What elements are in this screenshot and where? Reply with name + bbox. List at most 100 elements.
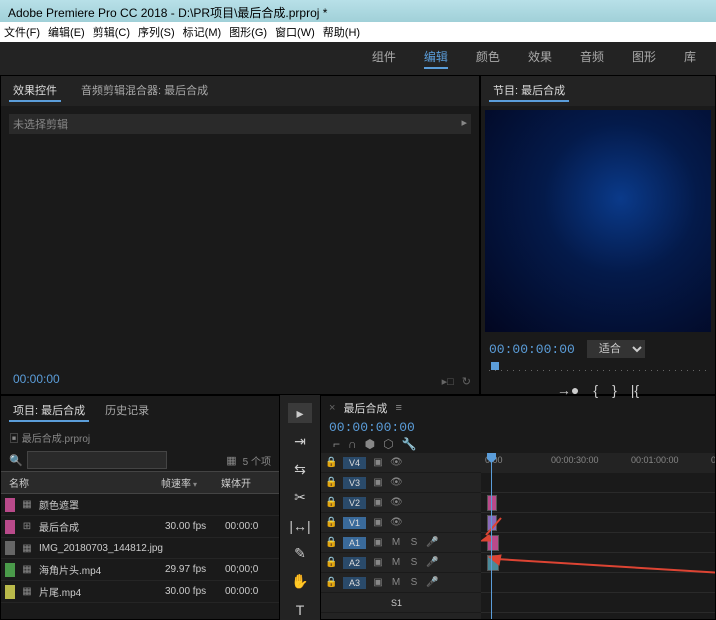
lock-icon[interactable]: 🔒	[325, 537, 337, 548]
solo-button[interactable]: S	[408, 577, 420, 588]
track-a3[interactable]	[481, 593, 715, 613]
track-label[interactable]: A3	[343, 577, 366, 589]
audio-track-header[interactable]: 🔒A2▣MS🎤	[321, 553, 481, 573]
toggle-eye-icon[interactable]: 👁	[390, 457, 402, 468]
marker-icon[interactable]: ⬢	[365, 437, 375, 451]
project-item[interactable]: ⊞最后合成30.00 fps00:00:0	[1, 516, 279, 538]
workspace-effects[interactable]: 效果	[528, 48, 552, 69]
solo-button[interactable]: S	[408, 537, 420, 548]
source-timecode[interactable]: 00:00:00	[5, 368, 68, 390]
search-input[interactable]	[27, 451, 167, 469]
toggle-eye-icon[interactable]: 👁	[390, 497, 402, 508]
toggle-eye-icon[interactable]: 👁	[390, 517, 402, 528]
workspace-audio[interactable]: 音频	[580, 48, 604, 69]
ripple-tool-icon[interactable]: ⇆	[288, 459, 312, 479]
video-track-header[interactable]: 🔒 V4 ▣ 👁	[321, 453, 481, 473]
track-v3[interactable]	[481, 493, 715, 513]
workspace-library[interactable]: 库	[684, 48, 696, 69]
filter-icon[interactable]: ▦	[226, 454, 236, 467]
menu-sequence[interactable]: 序列(S)	[138, 24, 175, 40]
tab-effect-controls[interactable]: 效果控件	[9, 80, 61, 102]
track-label[interactable]: A1	[343, 537, 366, 549]
voice-icon[interactable]: 🎤	[426, 557, 438, 568]
lock-icon[interactable]: 🔒	[325, 477, 337, 488]
program-monitor[interactable]	[485, 110, 711, 332]
mute-button[interactable]: M	[390, 557, 402, 568]
menu-marker[interactable]: 标记(M)	[183, 24, 222, 40]
lock-icon[interactable]: 🔒	[325, 557, 337, 568]
timeline-tab[interactable]: 最后合成	[343, 400, 387, 416]
type-tool-icon[interactable]: T	[288, 600, 312, 620]
lock-icon[interactable]: 🔒	[325, 577, 337, 588]
menu-help[interactable]: 帮助(H)	[323, 24, 360, 40]
workspace-assembly[interactable]: 组件	[372, 48, 396, 69]
program-ruler[interactable]	[489, 362, 707, 378]
lock-icon[interactable]: 🔒	[325, 457, 337, 468]
track-label[interactable]: V4	[343, 457, 366, 469]
toggle-output-icon[interactable]: ▣	[372, 537, 384, 548]
track-v4[interactable]	[481, 473, 715, 493]
col-fps[interactable]: 帧速率▾	[161, 475, 221, 490]
selection-tool-icon[interactable]: ▸	[288, 403, 312, 423]
zoom-select[interactable]: 适合	[587, 340, 645, 358]
tab-program[interactable]: 节目: 最后合成	[489, 80, 569, 102]
pen-tool-icon[interactable]: ✎	[288, 544, 312, 564]
search-icon[interactable]: 🔍	[9, 454, 23, 467]
tab-project[interactable]: 项目: 最后合成	[9, 400, 89, 422]
lock-icon[interactable]: 🔒	[325, 517, 337, 528]
menu-window[interactable]: 窗口(W)	[275, 24, 315, 40]
voice-icon[interactable]: 🎤	[426, 577, 438, 588]
workspace-editing[interactable]: 编辑	[424, 48, 448, 69]
toggle-output-icon[interactable]: ▣	[372, 557, 384, 568]
timeline-playhead[interactable]	[491, 453, 492, 619]
menu-clip[interactable]: 剪辑(C)	[93, 24, 130, 40]
toggle-eye-icon[interactable]: 👁	[390, 477, 402, 488]
program-timecode[interactable]: 00:00:00:00	[489, 342, 575, 357]
voice-icon[interactable]: 🎤	[426, 537, 438, 548]
bracket-icon[interactable]: }	[612, 382, 617, 398]
clip-a1[interactable]	[487, 555, 499, 571]
tab-history[interactable]: 历史记录	[101, 400, 153, 422]
linked-icon[interactable]: ∩	[348, 437, 357, 451]
mark-out-icon[interactable]: {	[593, 382, 598, 398]
track-a1[interactable]	[481, 553, 715, 573]
audio-track-header[interactable]: 🔒 A1 ▣ MS 🎤	[321, 533, 481, 553]
razor-tool-icon[interactable]: ✂	[288, 487, 312, 507]
clip-v2[interactable]	[487, 515, 497, 531]
toggle-output-icon[interactable]: ▣	[372, 517, 384, 528]
workspace-graphics[interactable]: 图形	[632, 48, 656, 69]
toggle-output-icon[interactable]: ▣	[372, 457, 384, 468]
track-v1[interactable]	[481, 533, 715, 553]
timeline-content[interactable]: 0:00 00:00:30:00 00:01:00:00 00:01:30:00…	[481, 453, 715, 619]
project-item[interactable]: ▦海角片头.mp429.97 fps00;00;0	[1, 559, 279, 581]
track-a2[interactable]	[481, 573, 715, 593]
source-btn-1[interactable]: ▸□	[442, 375, 454, 388]
mute-button[interactable]: M	[390, 577, 402, 588]
mute-button[interactable]: M	[390, 537, 402, 548]
project-item[interactable]: ▦颜色遮罩	[1, 494, 279, 516]
track-label[interactable]: V2	[343, 497, 366, 509]
lock-icon[interactable]: 🔒	[325, 497, 337, 508]
toggle-output-icon[interactable]: ▣	[372, 497, 384, 508]
project-item[interactable]: ▦片尾.mp430.00 fps00:00:0	[1, 581, 279, 603]
program-playhead[interactable]	[491, 362, 499, 370]
source-btn-2[interactable]: ↻	[462, 375, 471, 388]
col-name[interactable]: 名称	[9, 475, 161, 490]
wrench-icon[interactable]: 🔧	[402, 437, 417, 451]
menu-file[interactable]: 文件(F)	[4, 24, 40, 40]
clip-v3[interactable]	[487, 495, 497, 511]
mark-in-icon[interactable]: →●	[557, 382, 579, 398]
menu-edit[interactable]: 编辑(E)	[48, 24, 85, 40]
audio-track-header[interactable]: 🔒A3▣MS🎤	[321, 573, 481, 593]
disclosure-icon[interactable]: ▸	[461, 116, 467, 132]
menu-graphics[interactable]: 图形(G)	[229, 24, 267, 40]
timeline-timecode[interactable]: 00:00:00:00	[329, 420, 415, 435]
go-in-icon[interactable]: |{	[631, 382, 639, 398]
track-label[interactable]: A2	[343, 557, 366, 569]
hand-tool-icon[interactable]: ✋	[288, 572, 312, 592]
track-label[interactable]: V1	[343, 517, 366, 529]
col-media[interactable]: 媒体开	[221, 475, 271, 490]
clip-v1[interactable]	[487, 535, 499, 551]
tab-audio-mixer[interactable]: 音频剪辑混合器: 最后合成	[77, 80, 212, 102]
video-track-header[interactable]: 🔒 V2 ▣ 👁	[321, 493, 481, 513]
